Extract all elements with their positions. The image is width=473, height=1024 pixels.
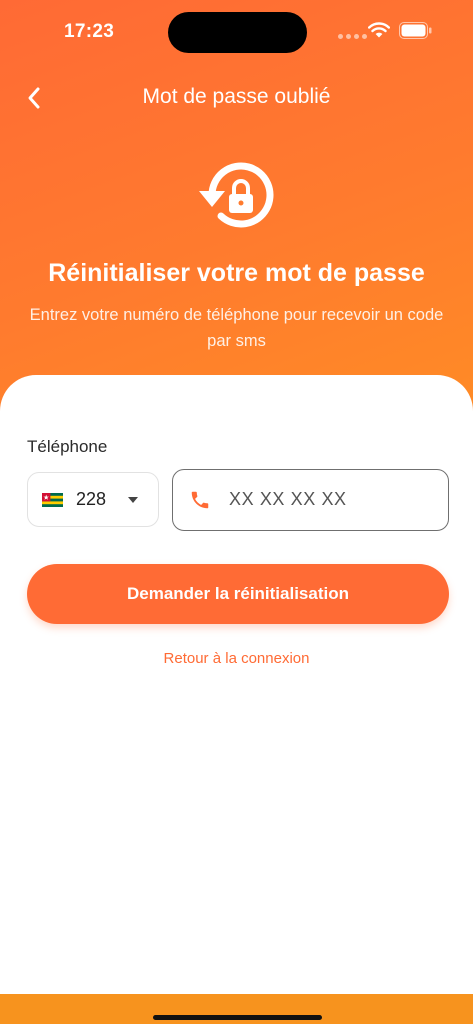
lock-reset-icon — [199, 162, 274, 228]
phone-input[interactable] — [229, 470, 439, 529]
country-code: 228 — [76, 489, 107, 509]
caret-down-icon — [128, 497, 138, 503]
nav-bar: Mot de passe oublié — [0, 70, 473, 126]
signal-icon — [338, 34, 367, 39]
status-bar: 17:23 — [0, 0, 473, 64]
phone-icon — [191, 491, 209, 509]
back-to-login-link[interactable]: Retour à la connexion — [0, 650, 473, 667]
country-code-select[interactable]: 228 — [27, 472, 159, 527]
phone-label: Téléphone — [27, 437, 108, 456]
hero-subtitle: Entrez votre numéro de téléphone pour re… — [29, 306, 444, 350]
form-card — [0, 375, 473, 995]
page-title: Mot de passe oublié — [142, 85, 331, 108]
status-time: 17:23 — [64, 21, 115, 42]
togo-flag-icon — [42, 492, 63, 507]
dynamic-island — [168, 12, 307, 53]
home-indicator — [153, 1015, 322, 1020]
battery-icon — [399, 22, 432, 39]
request-reset-button[interactable]: Demander la réinitialisation — [27, 564, 449, 624]
wifi-icon — [368, 22, 390, 38]
hero-title: Réinitialiser votre mot de passe — [48, 259, 425, 287]
phone-input-wrapper — [172, 469, 449, 531]
